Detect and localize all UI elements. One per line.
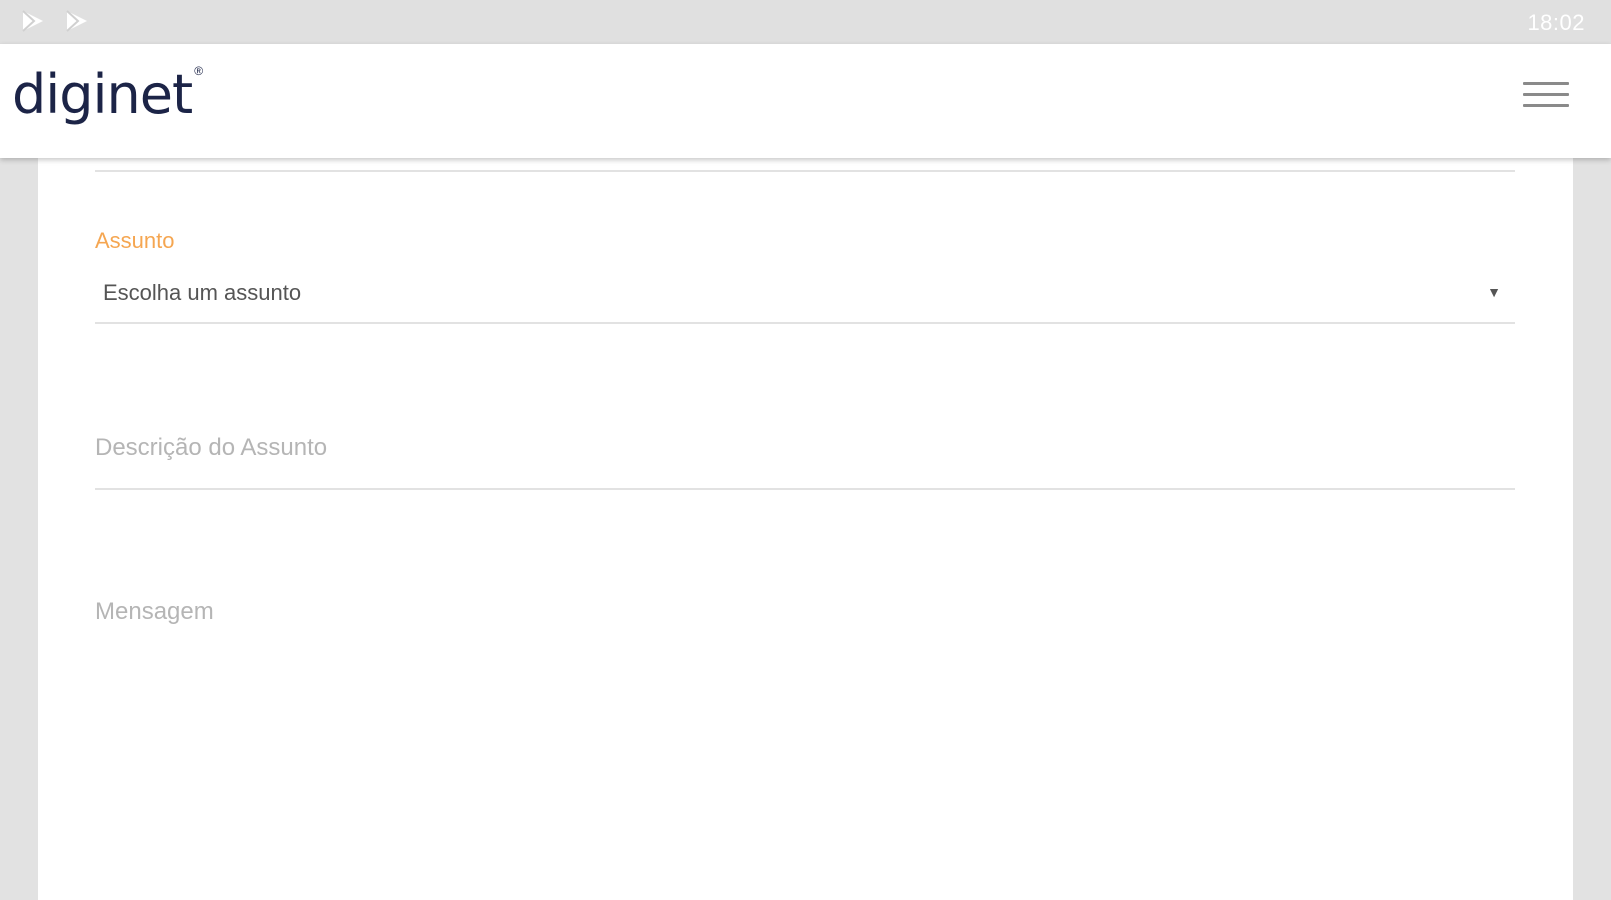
subject-select-value: Escolha um assunto — [103, 280, 302, 305]
hamburger-icon-bar — [1523, 82, 1569, 85]
hamburger-icon-bar — [1523, 93, 1569, 96]
message-placeholder: Mensagem — [95, 598, 214, 625]
subject-underline — [95, 322, 1515, 324]
subject-description-input[interactable]: Descrição do Assunto — [95, 426, 1515, 488]
contact-form-card: Assunto Escolha um assunto ▼ Descrição d… — [38, 158, 1573, 900]
registered-mark: ® — [194, 64, 204, 78]
message-textarea[interactable]: Mensagem — [95, 590, 1515, 880]
hamburger-icon-bar — [1523, 104, 1569, 107]
status-bar: 18:02 — [0, 0, 1611, 44]
subject-label: Assunto — [95, 228, 175, 253]
app-header: diginet ® — [0, 44, 1611, 158]
subject-description-placeholder: Descrição do Assunto — [95, 434, 328, 461]
dropdown-arrow-icon: ▼ — [1487, 284, 1501, 300]
play-store-icon — [64, 9, 90, 33]
previous-field-underline — [95, 170, 1515, 172]
hamburger-menu-button[interactable] — [1523, 82, 1571, 116]
subject-select[interactable]: Escolha um assunto ▼ — [95, 268, 1515, 316]
diginet-logo[interactable]: diginet ® — [12, 60, 203, 130]
play-store-icon — [20, 9, 46, 33]
subject-description-underline — [95, 488, 1515, 490]
status-time: 18:02 — [1527, 10, 1585, 35]
logo-text: diginet — [12, 63, 193, 126]
